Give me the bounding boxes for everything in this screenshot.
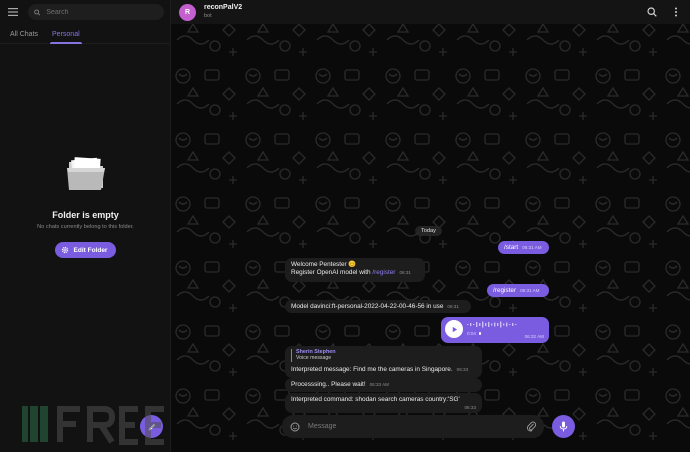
message-time: 06:31	[399, 270, 411, 275]
tab-all-chats[interactable]: All Chats	[10, 31, 38, 43]
message-time: 06:31	[447, 304, 459, 309]
register-command-link[interactable]: /register	[372, 269, 395, 276]
message-text: /start	[504, 244, 519, 251]
emoji-icon[interactable]	[290, 422, 300, 432]
message-out[interactable]: /start 06:31 AM	[498, 241, 549, 254]
sidebar-topbar	[0, 0, 170, 24]
message-text: Processsing.. Please wait!	[291, 381, 366, 388]
message-text: Welcome Pentester 😊	[291, 261, 357, 268]
message-text: Model davinci:ft-personal-2022-04-22-00-…	[291, 303, 444, 310]
message-time: 06:33 AM	[369, 382, 390, 387]
microphone-icon	[559, 421, 568, 432]
reply-text: Voice message	[296, 355, 332, 361]
hamburger-menu-icon[interactable]	[6, 5, 20, 19]
attach-icon[interactable]	[527, 421, 536, 432]
more-options-icon[interactable]	[670, 6, 682, 18]
message-out[interactable]: /register 06:31 AM	[487, 284, 549, 297]
peer-info[interactable]: reconPalV2 bot	[204, 4, 242, 20]
search-input[interactable]	[46, 8, 158, 16]
peer-name: reconPalV2	[204, 4, 243, 11]
search-icon	[34, 9, 41, 16]
voice-waveform[interactable]	[467, 321, 527, 328]
message-text: Register OpenAI model with	[291, 269, 373, 276]
empty-folder-state: Folder is empty No chats currently belon…	[0, 150, 171, 258]
empty-title: Folder is empty	[52, 210, 119, 220]
new-message-button[interactable]	[140, 415, 163, 438]
message-in[interactable]: Model davinci:ft-personal-2022-04-22-00-…	[285, 300, 471, 313]
tab-personal[interactable]: Personal	[50, 31, 82, 44]
message-in[interactable]: Welcome Pentester 😊 Register OpenAI mode…	[285, 258, 425, 282]
chat-header: R reconPalV2 bot	[171, 0, 690, 24]
message-in[interactable]: Interpreted command: shodan search camer…	[285, 393, 482, 413]
message-time: 06:33	[456, 367, 469, 372]
message-time: 06:32 AM	[524, 334, 544, 339]
message-text: Interpreted command: shodan search camer…	[291, 396, 460, 403]
header-actions	[646, 6, 682, 18]
unread-dot	[478, 332, 482, 335]
search-chat-icon[interactable]	[646, 6, 658, 18]
voice-duration: 0:04	[467, 330, 476, 336]
message-time: 06:31 AM	[520, 288, 540, 293]
message-composer	[282, 415, 544, 438]
message-time: 06:33	[464, 405, 477, 410]
folder-tabs: All Chats Personal	[0, 24, 170, 44]
play-button[interactable]	[445, 320, 463, 338]
chat-area: R reconPalV2 bot Today /start 06:31 AM We…	[171, 0, 690, 452]
voice-record-button[interactable]	[552, 415, 575, 438]
date-separator: Today	[415, 226, 442, 236]
sidebar: All Chats Personal Folder is empty No ch…	[0, 0, 171, 452]
gear-icon	[61, 246, 68, 254]
message-in[interactable]: Processsing.. Please wait! 06:33 AM	[285, 378, 482, 392]
message-input[interactable]	[308, 423, 519, 430]
message-text: Interpreted message: Find me the cameras…	[291, 366, 453, 373]
message-time: 06:31 AM	[522, 245, 542, 250]
avatar[interactable]: R	[179, 3, 196, 21]
search-box[interactable]	[28, 4, 164, 20]
peer-status: bot	[204, 13, 212, 19]
voice-message[interactable]: 0:04 06:32 AM	[441, 317, 549, 343]
pencil-icon	[148, 423, 155, 430]
edit-folder-button[interactable]: Edit Folder	[54, 242, 117, 258]
reply-preview[interactable]: Sherin Stephen Voice message	[291, 349, 476, 362]
play-icon	[452, 326, 457, 332]
message-text: /register	[493, 287, 517, 294]
empty-subtitle: No chats currently belong to this folder…	[37, 224, 134, 230]
folder-icon	[66, 157, 105, 190]
message-in[interactable]: Sherin Stephen Voice message Interpreted…	[285, 346, 482, 378]
edit-folder-label: Edit Folder	[73, 246, 108, 254]
